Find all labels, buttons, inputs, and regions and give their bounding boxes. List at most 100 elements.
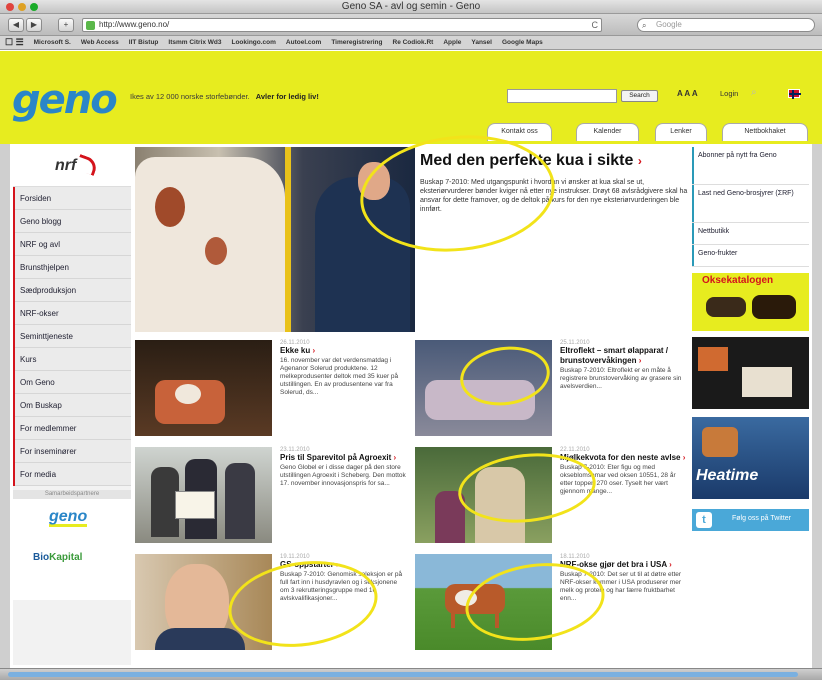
nav-item-for-media[interactable]: For media [13, 463, 131, 486]
bookmark-item[interactable]: Re Codiok.Rt [388, 39, 439, 46]
nav-item-brunsthjelpen[interactable]: Brunsthjelpen [13, 256, 131, 279]
hero-article: Med den perfekte kua i sikte › Buskap 7-… [420, 152, 690, 214]
nav-item-om-geno[interactable]: Om Geno [13, 371, 131, 394]
page-body: nrf Forsiden Geno blogg NRF og avl Bruns… [10, 126, 812, 668]
nav-item-nrf-okser[interactable]: NRF-okser [13, 302, 131, 325]
window-title: Geno SA - avl og semin - Geno [341, 1, 481, 12]
tab-nettbokhaket[interactable]: Nettbokhaket [722, 123, 808, 141]
heatime-banner[interactable]: Heatime [692, 417, 809, 499]
bookmark-item[interactable]: Timeregistrering [326, 39, 387, 46]
nav-item-om-buskap[interactable]: Om Buskap [13, 394, 131, 417]
hero-title[interactable]: Med den perfekte kua i sikte › [420, 152, 690, 170]
ad-banner[interactable] [692, 337, 809, 409]
back-button[interactable]: ◀ [8, 18, 24, 32]
news-title[interactable]: Pris til Sparevitol på Agroexit › [280, 453, 407, 463]
arrow-icon: › [637, 154, 642, 168]
nrf-logo[interactable]: nrf [13, 147, 131, 187]
browser-search-field[interactable]: ⌕ Google [637, 18, 815, 32]
search-placeholder: Google [656, 20, 682, 29]
news-item: 25.11.2010 Eltroflekt – smart ølapparat … [415, 340, 687, 440]
news-item: 26.11.2010 Ekke ku › 16. november var de… [135, 340, 407, 440]
right-column: Abonner på nytt fra Geno Last ned Geno-b… [692, 147, 809, 665]
tagline-link[interactable]: Avler for ledig liv! [256, 92, 319, 101]
nav-item-geno-blogg[interactable]: Geno blogg [13, 210, 131, 233]
news-thumbnail[interactable] [135, 340, 272, 436]
reload-icon[interactable]: C [592, 19, 599, 31]
tab-lenker[interactable]: Lenker [655, 123, 707, 141]
add-bookmark-button[interactable]: + [58, 18, 74, 32]
bookmark-item[interactable]: Google Maps [497, 39, 548, 46]
window-controls [6, 3, 38, 11]
nrf-swoosh-icon [74, 154, 100, 176]
sponsor-label: Samarbeidspartnere [13, 490, 131, 499]
nav-item-kurs[interactable]: Kurs [13, 348, 131, 371]
text-size-control[interactable]: A A A [677, 89, 698, 98]
news-body: Buskap 7-2010: Eter figu og med okseblom… [560, 464, 676, 495]
nav-item-for-medlemmer[interactable]: For medlemmer [13, 417, 131, 440]
tagline: Ikes av 12 000 norske storfebønder. Avle… [130, 92, 319, 101]
login-link[interactable]: Login [720, 89, 738, 98]
hero-image[interactable] [135, 147, 415, 332]
favicon-icon [86, 21, 95, 30]
subscribe-link[interactable]: Abonner på nytt fra Geno [692, 147, 809, 185]
news-title[interactable]: Mjølkekvota for den neste avlse › [560, 453, 687, 463]
bookmark-item[interactable]: Apple [438, 39, 466, 46]
site-search-button[interactable]: Search [621, 90, 658, 102]
minimize-window-button[interactable] [18, 3, 26, 11]
address-bar[interactable]: http://www.geno.no/ C [82, 18, 602, 32]
search-icon[interactable]: ⌕ [751, 87, 757, 98]
bookmark-item[interactable]: Yansel [466, 39, 497, 46]
tab-kalender[interactable]: Kalender [576, 123, 639, 141]
download-brochures-link[interactable]: Last ned Geno-brosjyrer (ΣRF) [692, 185, 809, 223]
bookmark-item[interactable]: Web Access [76, 39, 124, 46]
site-search-input[interactable] [507, 89, 617, 103]
bookmark-item[interactable]: Itsmm Citrix Wd3 [163, 39, 226, 46]
news-thumbnail[interactable] [135, 554, 272, 650]
forward-button[interactable]: ▶ [26, 18, 42, 32]
news-title[interactable]: Ekke ku › [280, 346, 407, 356]
nav-item-forsiden[interactable]: Forsiden [13, 187, 131, 210]
oksekatalogen-title: Oksekatalogen [702, 275, 774, 286]
nav-item-saedproduksjon[interactable]: Sædproduksjon [13, 279, 131, 302]
hero-body: Buskap 7-2010: Med utgangspunkt i hvorda… [420, 179, 688, 213]
scrollbar[interactable] [8, 672, 798, 677]
web-content: geno Ikes av 12 000 norske storfebønder.… [0, 51, 822, 668]
bookmark-item[interactable]: Autoel.com [281, 39, 326, 46]
news-title[interactable]: GS-oppstarter › [280, 560, 407, 570]
news-body: Buskap 7-2010: Genomisk seleksjon er på … [280, 571, 403, 602]
bookmark-item[interactable]: IIT Bistup [124, 39, 164, 46]
browser-toolbar: ◀ ▶ + http://www.geno.no/ C ⌕ Google [0, 14, 822, 36]
nav-item-nrf-og-avl[interactable]: NRF og avl [13, 233, 131, 256]
bookmark-item[interactable]: Microsoft S. [29, 39, 76, 46]
flag-uk-icon[interactable] [788, 89, 801, 99]
biokapital-logo[interactable]: BioKapital [33, 552, 82, 563]
news-thumbnail[interactable] [135, 447, 272, 543]
news-thumbnail[interactable] [415, 447, 552, 543]
news-thumbnail[interactable] [415, 554, 552, 650]
geno-products-link[interactable]: Geno-frukter [692, 245, 809, 267]
heatime-title: Heatime [696, 467, 759, 484]
oksekatalogen-banner[interactable]: Oksekatalogen [692, 273, 809, 331]
webshop-link[interactable]: Nettbutikk [692, 223, 809, 245]
bookmarks-icon[interactable]: ☐ ☰ [0, 37, 29, 48]
twitter-icon: t [696, 512, 712, 528]
geno-sponsor-logo[interactable]: geno [49, 508, 88, 527]
geno-logo[interactable]: geno [12, 77, 118, 123]
zoom-window-button[interactable] [30, 3, 38, 11]
nav-item-for-inseminorer[interactable]: For inseminører [13, 440, 131, 463]
bookmarks-bar: ☐ ☰ Microsoft S. Web Access IIT Bistup I… [0, 36, 822, 50]
title-bar: Geno SA - avl og semin - Geno [0, 0, 822, 14]
twitter-text: Følg oss på Twitter [732, 515, 792, 522]
sponsor-box: Samarbeidspartnere geno BioKapital [13, 490, 131, 600]
browser-window: Geno SA - avl og semin - Geno ◀ ▶ + http… [0, 0, 822, 680]
nav-item-semintjeneste[interactable]: Seminttjeneste [13, 325, 131, 348]
close-window-button[interactable] [6, 3, 14, 11]
bookmark-item[interactable]: Lookingo.com [226, 39, 280, 46]
news-body: Buskap 7-2010: Eltroflekt er en måte å r… [560, 367, 682, 390]
address-text: http://www.geno.no/ [99, 20, 170, 29]
news-title[interactable]: NRF-okse gjør det bra i USA › [560, 560, 687, 570]
news-title[interactable]: Eltroflekt – smart ølapparat / brunstove… [560, 346, 687, 366]
news-thumbnail[interactable] [415, 340, 552, 436]
tab-kontakt[interactable]: Kontakt oss [487, 123, 552, 141]
twitter-banner[interactable]: t Følg oss på Twitter [692, 509, 809, 531]
